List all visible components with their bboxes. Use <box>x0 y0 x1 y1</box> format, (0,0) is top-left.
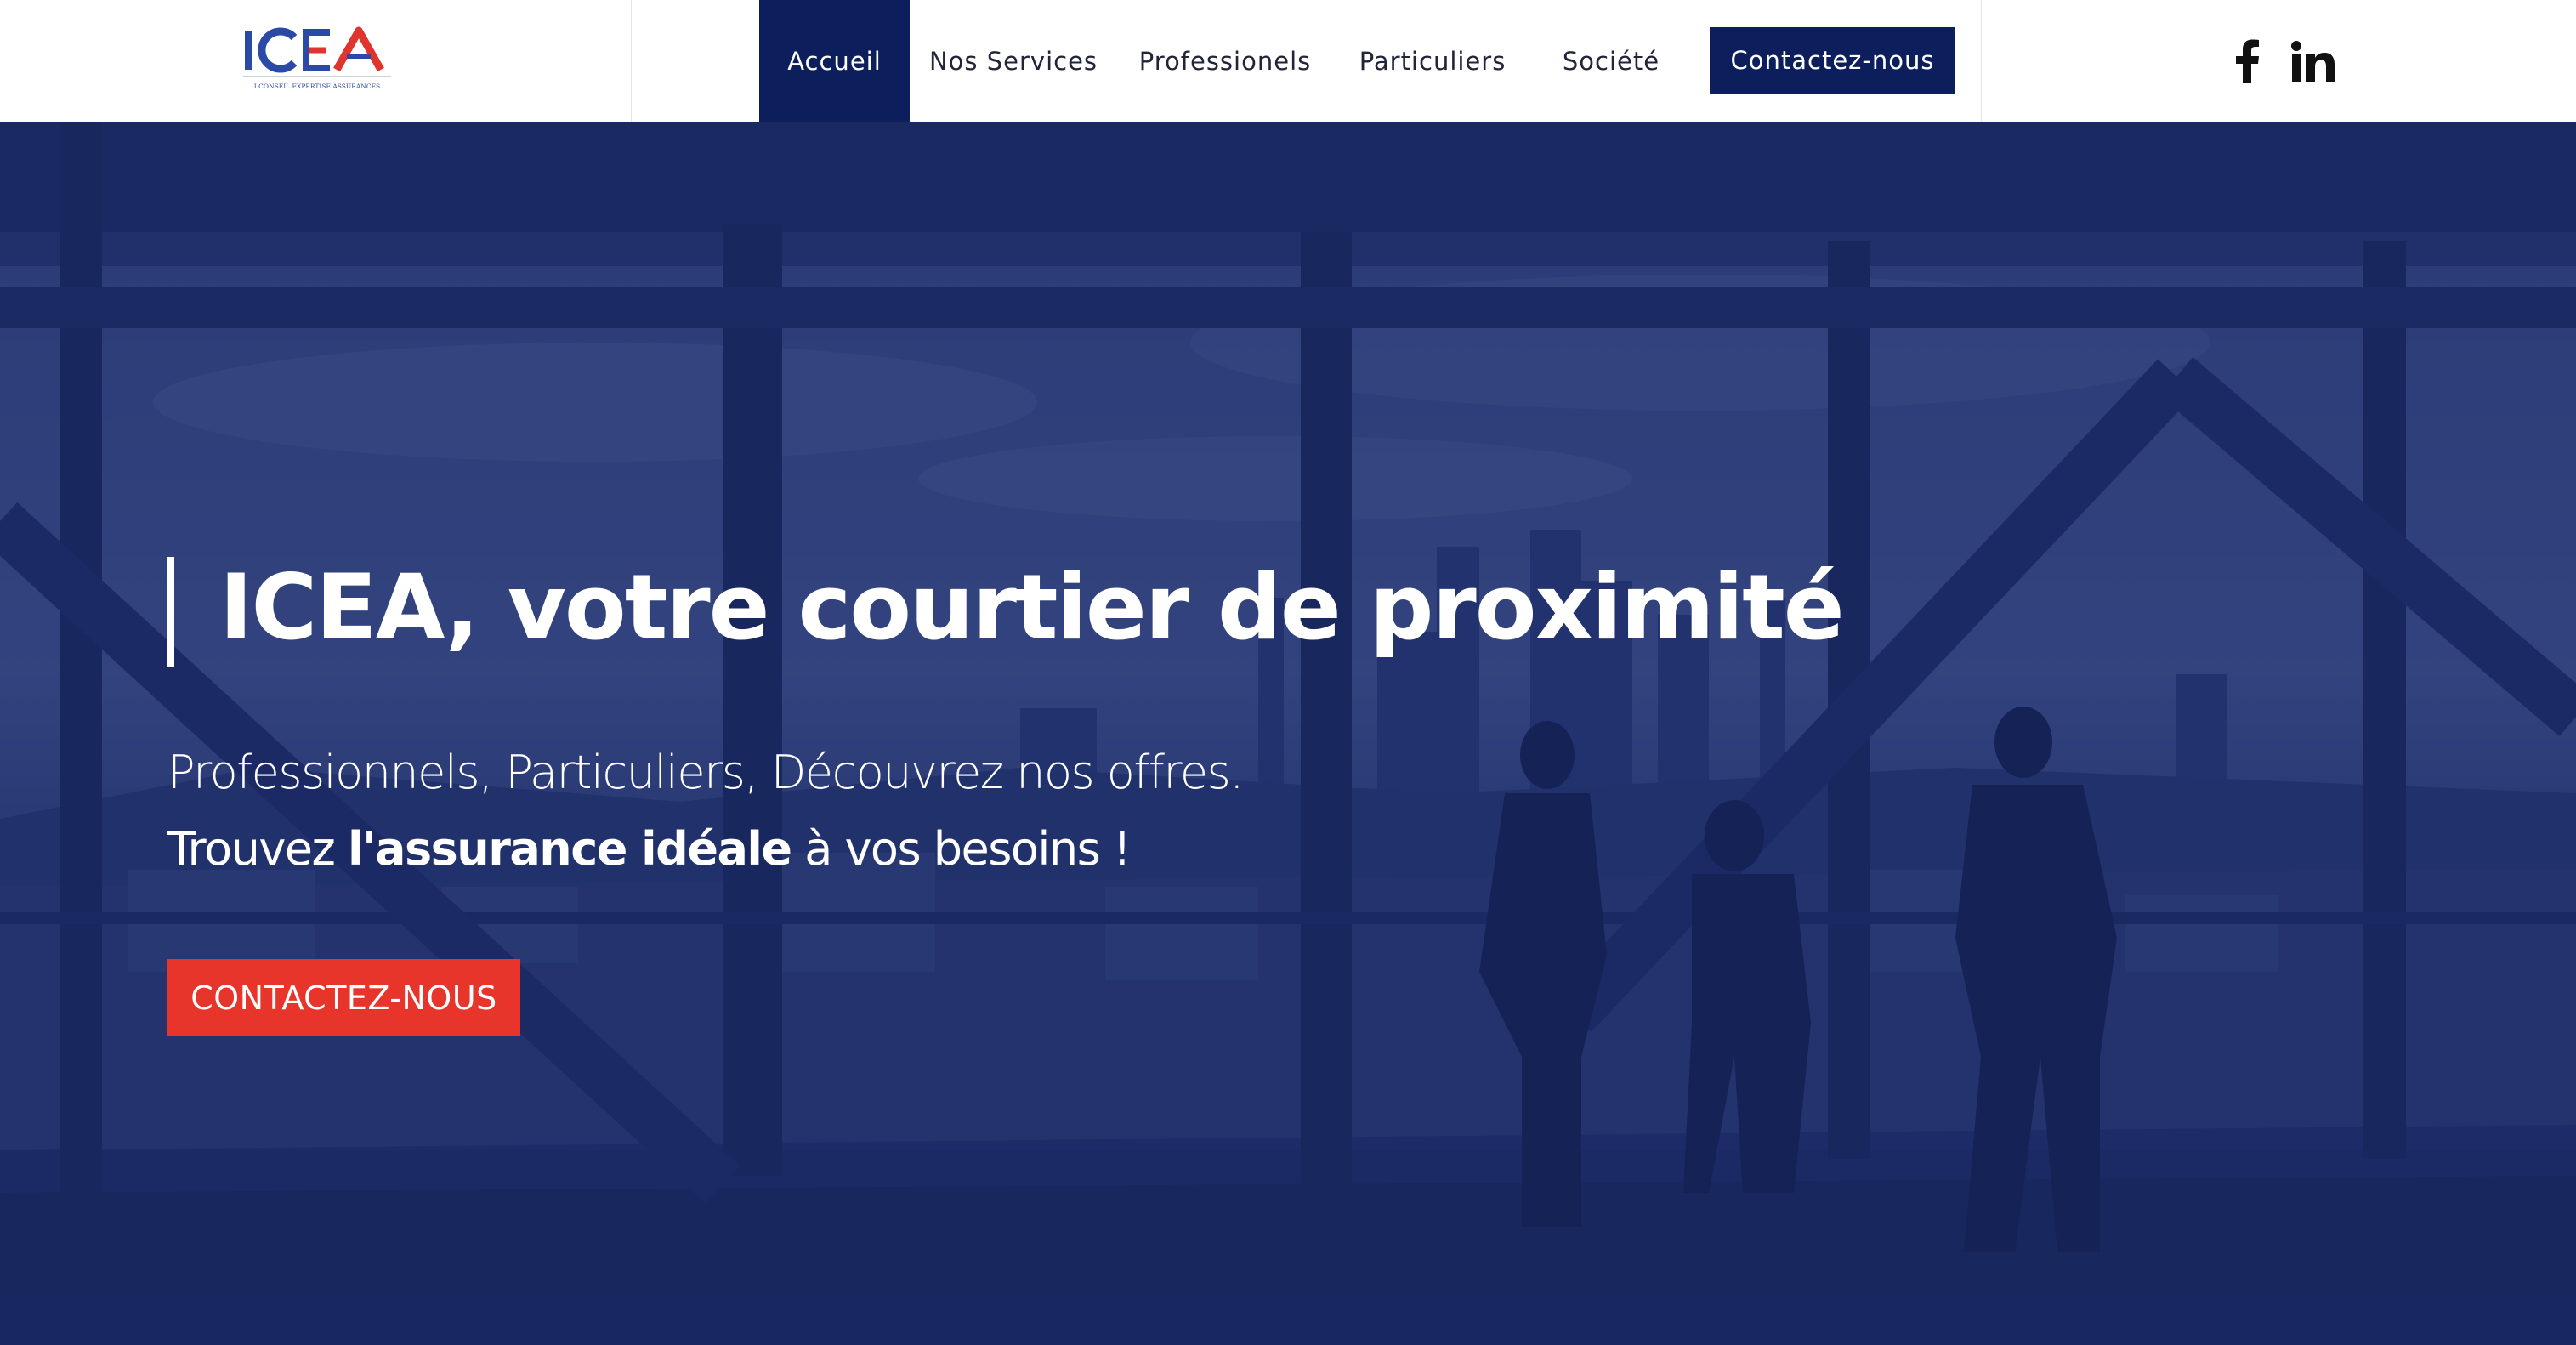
icea-logo[interactable]: I CONSEIL EXPERTISE ASSURANCES <box>241 26 394 97</box>
hero-subtitle-line1: Professionnels, Particuliers, Découvrez … <box>167 746 1244 799</box>
nav-societe[interactable]: Société <box>1532 0 1690 122</box>
contact-nav-button[interactable]: Contactez-nous <box>1710 27 1955 94</box>
linkedin-icon[interactable] <box>2287 34 2340 88</box>
hero-title: ICEA, votre courtier de proximité <box>219 555 1845 660</box>
header-divider-left <box>631 0 632 122</box>
nav-nos-services[interactable]: Nos Services <box>910 0 1117 122</box>
hero-subtitle-prefix: Trouvez <box>167 822 349 876</box>
hero-subtitle-line2: Trouvez l'assurance idéale à vos besoins… <box>167 822 1132 876</box>
logo-tagline: I CONSEIL EXPERTISE ASSURANCES <box>254 82 380 90</box>
main-nav: Accueil Nos Services Professionels Parti… <box>759 0 1690 122</box>
hero-contact-button[interactable]: CONTACTEZ-NOUS <box>167 959 520 1036</box>
nav-professionels[interactable]: Professionels <box>1117 0 1333 122</box>
nav-accueil[interactable]: Accueil <box>759 0 910 122</box>
hero-subtitle-highlight: l'assurance idéale <box>348 822 792 876</box>
header-divider-right <box>1981 0 1982 122</box>
hero-overlay <box>0 122 2576 1345</box>
site-header: I CONSEIL EXPERTISE ASSURANCES Accueil N… <box>0 0 2576 122</box>
nav-particuliers[interactable]: Particuliers <box>1333 0 1532 122</box>
hero-section: ICEA, votre courtier de proximité Profes… <box>0 122 2576 1345</box>
facebook-icon[interactable] <box>2227 34 2267 88</box>
hero-subtitle-suffix: à vos besoins ! <box>791 822 1131 876</box>
icea-logo-graphic: I CONSEIL EXPERTISE ASSURANCES <box>243 26 391 90</box>
title-accent-bar <box>167 557 174 667</box>
